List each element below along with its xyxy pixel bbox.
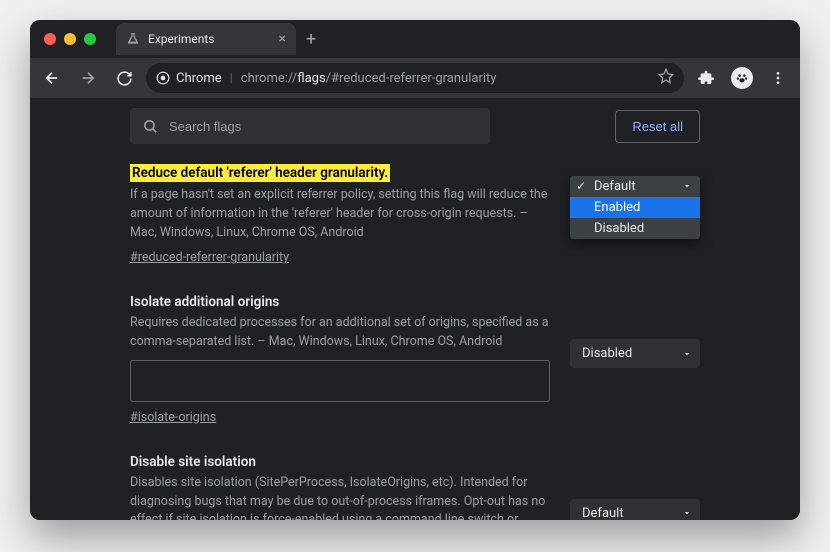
flask-icon (126, 32, 140, 46)
tab-strip: Experiments × + (116, 20, 316, 58)
reload-button[interactable] (110, 64, 138, 92)
close-window-button[interactable] (44, 33, 56, 45)
page-content: Reset all Reduce default 'referer' heade… (30, 98, 800, 520)
flag-item: Disable site isolation Disables site iso… (130, 451, 700, 520)
new-tab-button[interactable]: + (306, 29, 316, 50)
select-value: Disabled (570, 339, 700, 368)
search-box[interactable] (130, 108, 490, 144)
tab-title: Experiments (148, 32, 215, 46)
flag-item: Isolate additional origins Requires dedi… (130, 291, 700, 425)
flag-title: Disable site isolation (130, 454, 256, 470)
window-controls (30, 33, 96, 45)
flag-hash-link[interactable]: #reduced-referrer-granularity (130, 250, 289, 265)
site-info-chip[interactable]: Chrome (156, 71, 222, 86)
flag-item: Reduce default 'referer' header granular… (130, 162, 700, 265)
flag-title: Isolate additional origins (130, 294, 279, 310)
flags-list: Reduce default 'referer' header granular… (30, 154, 800, 520)
chevron-down-icon (682, 181, 692, 191)
search-input[interactable] (169, 119, 478, 134)
dropdown-option-enabled[interactable]: Enabled (570, 197, 700, 218)
flags-topbar: Reset all (30, 98, 800, 154)
flag-select[interactable]: Default (570, 499, 700, 520)
omnibox-divider: | (230, 71, 233, 86)
toolbar: Chrome | chrome://flags/#reduced-referre… (30, 58, 800, 98)
browser-window: Experiments × + Chrome | chrome://flags/… (30, 20, 800, 520)
dropdown-option-default[interactable]: Default (570, 176, 700, 197)
back-button[interactable] (38, 64, 66, 92)
extensions-button[interactable] (692, 64, 720, 92)
flag-title: Reduce default 'referer' header granular… (130, 164, 390, 182)
flag-description: Requires dedicated processes for an addi… (130, 314, 550, 352)
flag-hash-link[interactable]: #isolate-origins (130, 410, 216, 425)
chevron-down-icon (682, 508, 692, 518)
forward-button[interactable] (74, 64, 102, 92)
menu-button[interactable] (764, 64, 792, 92)
address-bar[interactable]: Chrome | chrome://flags/#reduced-referre… (146, 63, 684, 93)
url-text: chrome://flags/#reduced-referrer-granula… (241, 71, 497, 86)
flag-dropdown: Default Enabled Disabled (570, 176, 700, 239)
paw-icon (735, 71, 749, 85)
chrome-icon (156, 71, 170, 85)
flag-select[interactable]: Disabled (570, 339, 700, 368)
tab-close-icon[interactable]: × (279, 31, 286, 47)
maximize-window-button[interactable] (84, 33, 96, 45)
flag-description: Disables site isolation (SitePerProcess,… (130, 474, 550, 520)
select-value: Default (570, 499, 700, 520)
search-icon (142, 118, 159, 135)
flag-description: If a page hasn't set an explicit referre… (130, 186, 550, 242)
site-label: Chrome (176, 71, 222, 86)
reset-all-button[interactable]: Reset all (615, 110, 700, 143)
chevron-down-icon (682, 349, 692, 359)
dropdown-option-disabled[interactable]: Disabled (570, 218, 700, 239)
minimize-window-button[interactable] (64, 33, 76, 45)
titlebar: Experiments × + (30, 20, 800, 58)
profile-button[interactable] (728, 64, 756, 92)
bookmark-star-icon[interactable] (658, 68, 674, 88)
flag-text-input[interactable] (130, 360, 550, 402)
browser-tab[interactable]: Experiments × (116, 23, 296, 55)
